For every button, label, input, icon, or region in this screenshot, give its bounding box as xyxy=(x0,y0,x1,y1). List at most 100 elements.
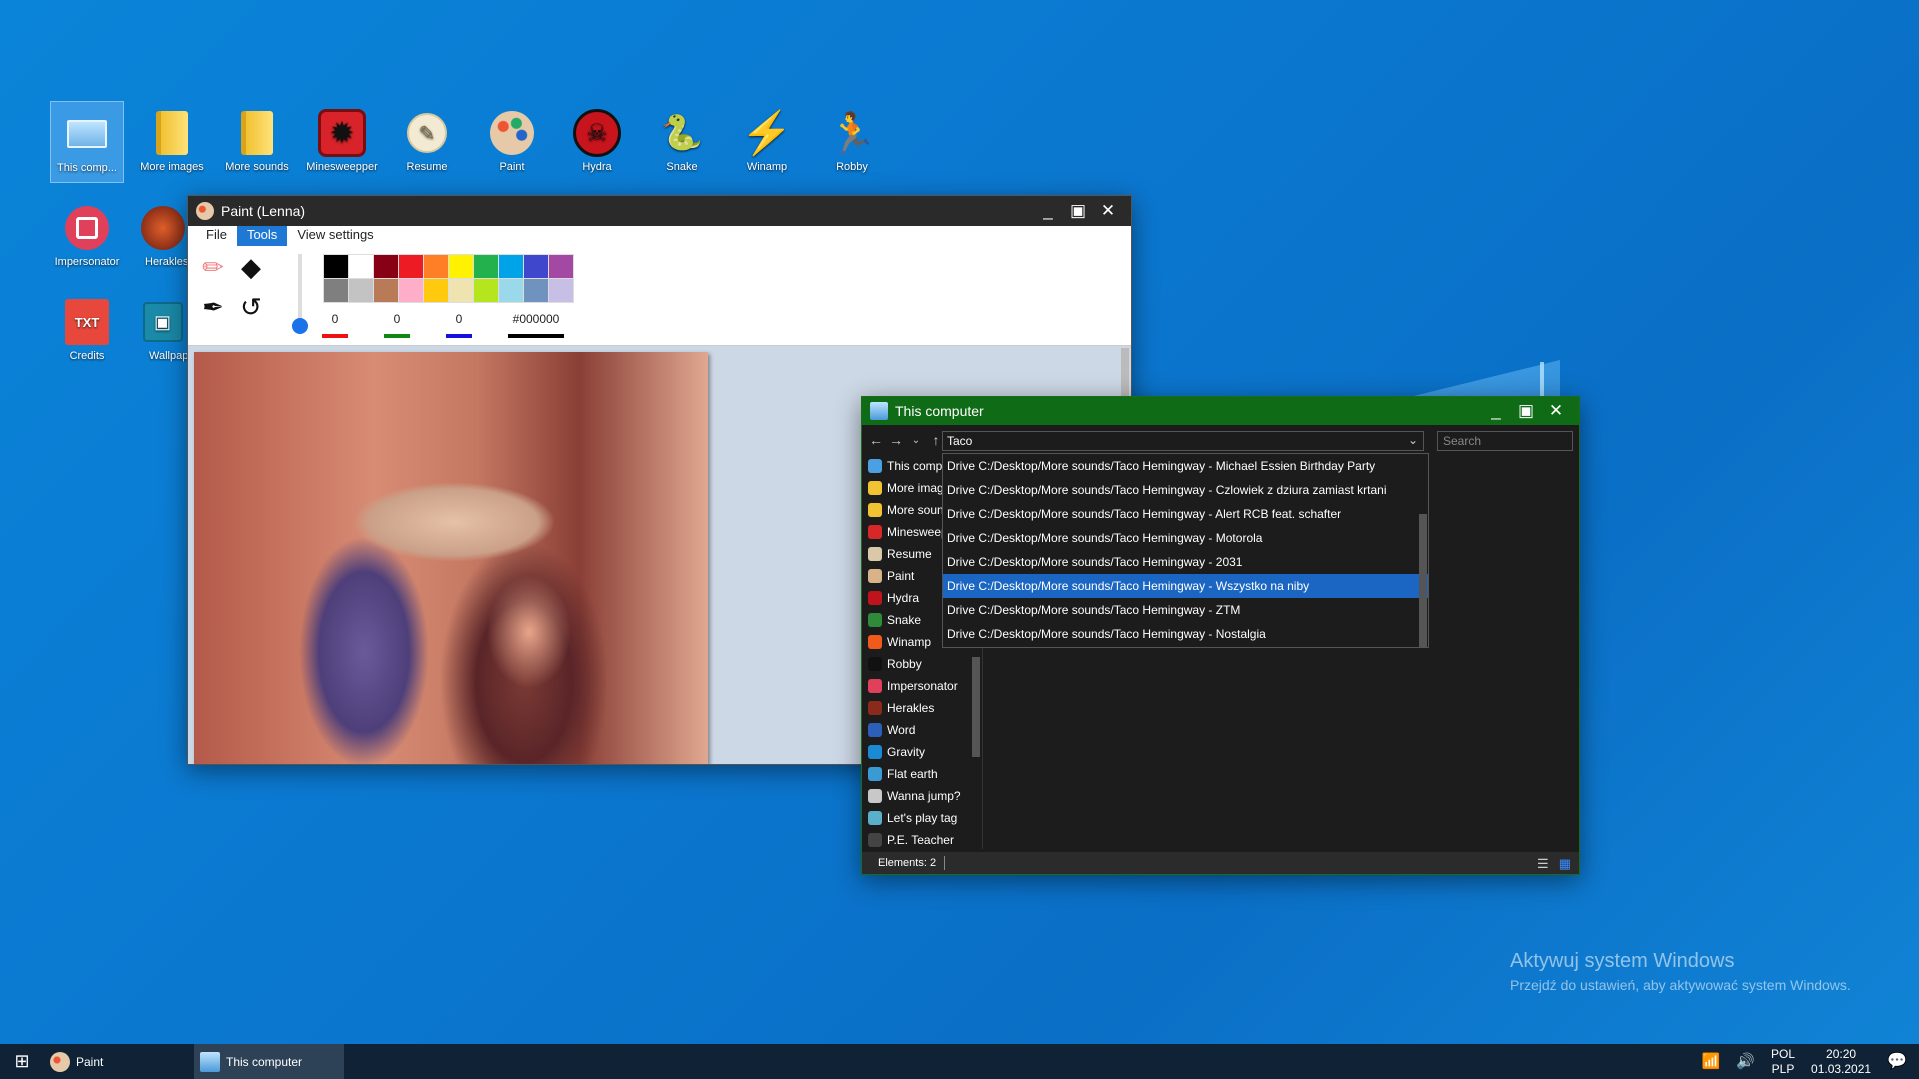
wifi-icon[interactable]: 📶 xyxy=(1702,1054,1721,1069)
search-input[interactable]: Search xyxy=(1437,431,1573,451)
desktop-icon-minesweeper[interactable]: ✹ Minesweepper xyxy=(305,101,379,173)
sidebar-item[interactable]: Robby xyxy=(862,653,980,675)
sidebar-item-label: Hydra xyxy=(887,591,920,605)
volume-icon[interactable]: 🔊 xyxy=(1736,1054,1755,1069)
suggestion-item[interactable]: Drive C:/Desktop/More sounds/Taco Heming… xyxy=(943,478,1428,502)
menu-tools[interactable]: Tools xyxy=(236,226,288,246)
menu-file[interactable]: File xyxy=(196,226,237,246)
suggestion-item[interactable]: Drive C:/Desktop/More sounds/Taco Heming… xyxy=(943,454,1428,478)
red-indicator xyxy=(322,334,348,338)
sidebar-item[interactable]: Wanna jump? xyxy=(862,785,980,807)
pencil-tool-icon[interactable]: ✏ xyxy=(196,250,230,284)
maximize-button[interactable]: ▣ xyxy=(1063,201,1093,221)
palette-swatch[interactable] xyxy=(374,279,398,302)
sidebar-item[interactable]: Herakles xyxy=(862,697,980,719)
palette-swatch[interactable] xyxy=(524,255,548,278)
notifications-icon[interactable]: 💬 xyxy=(1887,1054,1907,1070)
desktop-icon-more-images[interactable]: More images xyxy=(135,101,209,173)
explorer-window[interactable]: This computer _ ▣ ✕ ← → ⌄ ↑ Taco ⌄ Searc… xyxy=(861,396,1580,875)
desktop-icon-robby[interactable]: 🏃 Robby xyxy=(815,101,889,174)
green-value[interactable]: 0 xyxy=(382,312,412,326)
suggestion-item[interactable]: Drive C:/Desktop/More sounds/Taco Heming… xyxy=(943,526,1428,550)
explorer-titlebar[interactable]: This computer _ ▣ ✕ xyxy=(862,397,1579,425)
menu-view-settings[interactable]: View settings xyxy=(287,226,383,246)
brush-size-slider[interactable] xyxy=(292,318,308,334)
blue-value[interactable]: 0 xyxy=(444,312,474,326)
sidebar-item-icon xyxy=(868,679,882,693)
desktop-icon-resume[interactable]: ✎ Resume xyxy=(390,101,464,173)
close-button[interactable]: ✕ xyxy=(1093,201,1123,221)
maximize-button[interactable]: ▣ xyxy=(1511,401,1541,421)
palette-swatch[interactable] xyxy=(349,255,373,278)
desktop-icon-this-computer[interactable]: This comp... xyxy=(50,101,124,183)
brush-size-track[interactable] xyxy=(298,254,302,322)
sidebar-scrollbar[interactable] xyxy=(972,657,980,757)
desktop-icon-snake[interactable]: 🐍 Snake xyxy=(645,101,719,173)
back-arrow-icon[interactable]: ← xyxy=(866,432,886,448)
suggestion-item[interactable]: Drive C:/Desktop/More sounds/Taco Heming… xyxy=(943,550,1428,574)
eyedropper-tool-icon[interactable]: ✒ xyxy=(196,290,230,324)
desktop-icon-hydra[interactable]: ☠ Hydra xyxy=(560,101,634,173)
palette-swatch[interactable] xyxy=(449,255,473,278)
palette-swatch[interactable] xyxy=(324,255,348,278)
desktop-icon-label: Wallpap xyxy=(149,350,189,362)
hex-color-value[interactable]: #000000 xyxy=(508,312,564,326)
palette-swatch[interactable] xyxy=(474,279,498,302)
sidebar-item[interactable]: Gravity xyxy=(862,741,980,763)
sidebar-item[interactable]: P.E. Teacher xyxy=(862,829,980,849)
desktop-icon-herakles[interactable]: Herakles xyxy=(135,196,190,268)
palette-swatch[interactable] xyxy=(424,279,448,302)
sidebar-item[interactable]: Let's play tag xyxy=(862,807,980,829)
language-indicator[interactable]: POL PLP xyxy=(1771,1047,1795,1077)
eraser-tool-icon[interactable]: ◆ xyxy=(234,250,268,284)
windows-start-icon[interactable]: ⊞ xyxy=(0,1044,44,1079)
desktop-icon-paint[interactable]: Paint xyxy=(475,101,549,173)
palette-swatch[interactable] xyxy=(549,279,573,302)
minimize-button[interactable]: _ xyxy=(1481,401,1511,421)
palette-swatch[interactable] xyxy=(349,279,373,302)
sidebar-item-label: Flat earth xyxy=(887,767,938,781)
sidebar-item[interactable]: Flat earth xyxy=(862,763,980,785)
activation-watermark: Aktywuj system Windows Przejdź do ustawi… xyxy=(1510,950,1851,993)
minimize-button[interactable]: _ xyxy=(1033,201,1063,221)
palette-swatch[interactable] xyxy=(549,255,573,278)
palette-swatch[interactable] xyxy=(324,279,348,302)
desktop-icon-more-sounds[interactable]: More sounds xyxy=(220,101,294,173)
palette-swatch[interactable] xyxy=(374,255,398,278)
desktop-icon-impersonator[interactable]: Impersonator xyxy=(50,196,124,268)
palette-swatch[interactable] xyxy=(499,255,523,278)
palette-swatch[interactable] xyxy=(424,255,448,278)
palette-swatch[interactable] xyxy=(449,279,473,302)
palette-swatch[interactable] xyxy=(474,255,498,278)
history-chevron-icon[interactable]: ⌄ xyxy=(906,435,926,446)
address-input[interactable]: Taco ⌄ xyxy=(942,431,1424,451)
lenna-image[interactable] xyxy=(194,352,708,764)
palette-swatch[interactable] xyxy=(399,255,423,278)
paint-titlebar[interactable]: Paint (Lenna) _ ▣ ✕ xyxy=(188,196,1131,226)
red-value[interactable]: 0 xyxy=(320,312,350,326)
dropdown-scrollbar[interactable] xyxy=(1419,514,1427,647)
suggestion-item[interactable]: Drive C:/Desktop/More sounds/Taco Heming… xyxy=(943,598,1428,622)
sidebar-item[interactable]: Impersonator xyxy=(862,675,980,697)
desktop-icon-credits[interactable]: TXT Credits xyxy=(50,290,124,362)
suggestion-item[interactable]: Drive C:/Desktop/More sounds/Taco Heming… xyxy=(943,502,1428,526)
sidebar-item[interactable]: Word xyxy=(862,719,980,741)
desktop-icon-label: Robby xyxy=(836,161,868,173)
palette-swatch[interactable] xyxy=(499,279,523,302)
desktop-icon-label: Hydra xyxy=(582,161,612,173)
close-button[interactable]: ✕ xyxy=(1541,401,1571,421)
palette-swatch[interactable] xyxy=(524,279,548,302)
list-view-icon[interactable]: ☰ xyxy=(1537,856,1549,872)
suggestion-item[interactable]: Drive C:/Desktop/More sounds/Taco Heming… xyxy=(943,622,1428,646)
chevron-down-icon[interactable]: ⌄ xyxy=(1408,433,1418,447)
desktop-icon-winamp[interactable]: ⚡ Winamp xyxy=(730,101,804,174)
desktop-icon-wallpaper[interactable]: ▣ Wallpap xyxy=(135,290,190,362)
suggestion-item[interactable]: Drive C:/Desktop/More sounds/Taco Heming… xyxy=(943,574,1428,598)
taskbar-item-this-computer[interactable]: This computer xyxy=(194,1044,344,1079)
taskbar-item-paint[interactable]: Paint xyxy=(44,1044,194,1079)
undo-icon[interactable]: ↺ xyxy=(234,290,268,324)
forward-arrow-icon[interactable]: → xyxy=(886,432,906,448)
grid-view-icon[interactable]: ▦ xyxy=(1559,856,1571,872)
clock[interactable]: 20:20 01.03.2021 xyxy=(1811,1047,1871,1077)
palette-swatch[interactable] xyxy=(399,279,423,302)
